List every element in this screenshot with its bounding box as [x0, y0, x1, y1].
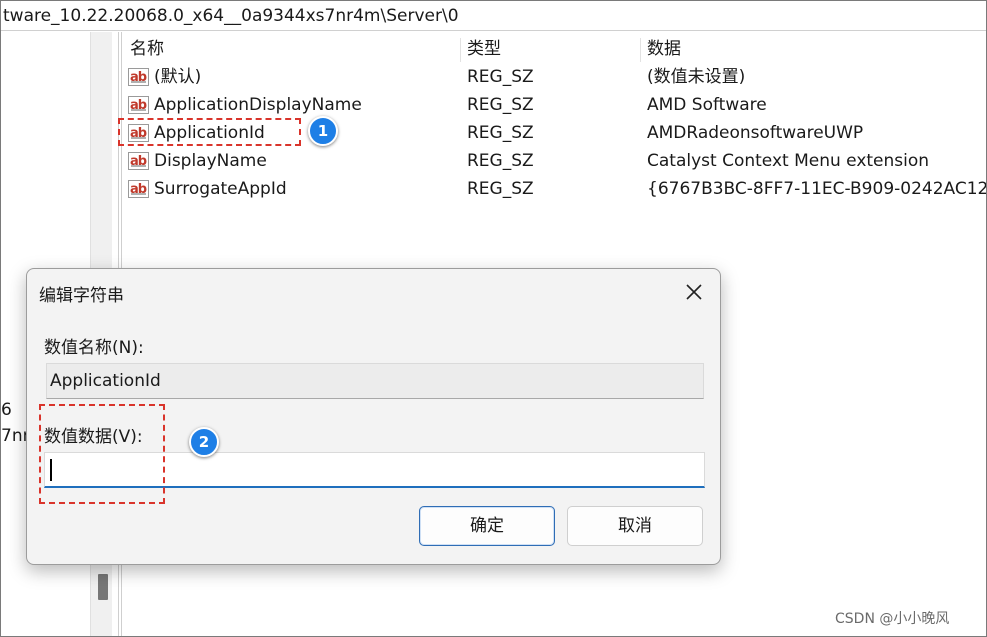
- value-type: REG_SZ: [467, 95, 534, 115]
- highlight-box: [39, 404, 165, 504]
- value-name-label: 数值名称(N):: [44, 338, 144, 358]
- watermark: CSDN @小小晚风: [835, 611, 950, 627]
- ab-string-value-icon: ab: [128, 152, 149, 170]
- close-icon: [686, 284, 702, 300]
- value-name: DisplayName: [154, 151, 267, 171]
- list-item[interactable]: ab SurrogateAppId REG_SZ {6767B3BC-8FF7-…: [124, 175, 986, 203]
- list-header: 名称 类型 数据: [124, 34, 986, 64]
- ok-button[interactable]: 确定: [419, 506, 555, 546]
- value-type: REG_SZ: [467, 123, 534, 143]
- address-bar[interactable]: tware_10.22.20068.0_x64__0a9344xs7nr4m\S…: [1, 1, 986, 31]
- highlight-box: [118, 118, 301, 146]
- value-name-text: ApplicationId: [50, 371, 161, 391]
- ab-string-value-icon: ab: [128, 180, 149, 198]
- value-data: (数值未设置): [647, 67, 746, 87]
- list-item[interactable]: ab ApplicationDisplayName REG_SZ AMD Sof…: [124, 91, 986, 119]
- value-data: {6767B3BC-8FF7-11EC-B909-0242AC12: [647, 179, 986, 199]
- tree-fragment: 6: [1, 400, 12, 420]
- step-badge: 2: [189, 427, 219, 457]
- ab-string-value-icon: ab: [128, 68, 149, 86]
- value-type: REG_SZ: [467, 151, 534, 171]
- value-name: (默认): [154, 67, 202, 87]
- value-data: AMD Software: [647, 95, 767, 115]
- value-data: AMDRadeonsoftwareUWP: [647, 123, 864, 143]
- list-item[interactable]: ab (默认) REG_SZ (数值未设置): [124, 63, 986, 91]
- dialog-title: 编辑字符串: [39, 286, 124, 306]
- scrollbar-thumb[interactable]: [98, 574, 108, 600]
- address-path: tware_10.22.20068.0_x64__0a9344xs7nr4m\S…: [3, 6, 459, 26]
- step-badge: 1: [308, 116, 338, 146]
- value-type: REG_SZ: [467, 67, 534, 87]
- list-item[interactable]: ab DisplayName REG_SZ Catalyst Context M…: [124, 147, 986, 175]
- value-name-field: ApplicationId: [46, 363, 704, 399]
- value-name: ApplicationDisplayName: [154, 95, 362, 115]
- close-button[interactable]: [681, 279, 707, 305]
- cancel-button[interactable]: 取消: [567, 506, 703, 546]
- ab-string-value-icon: ab: [128, 96, 149, 114]
- column-header-data[interactable]: 数据: [641, 34, 986, 64]
- value-data: Catalyst Context Menu extension: [647, 151, 930, 171]
- column-header-type[interactable]: 类型: [461, 34, 640, 64]
- column-header-name[interactable]: 名称: [124, 34, 460, 64]
- value-name: SurrogateAppId: [154, 179, 287, 199]
- value-type: REG_SZ: [467, 179, 534, 199]
